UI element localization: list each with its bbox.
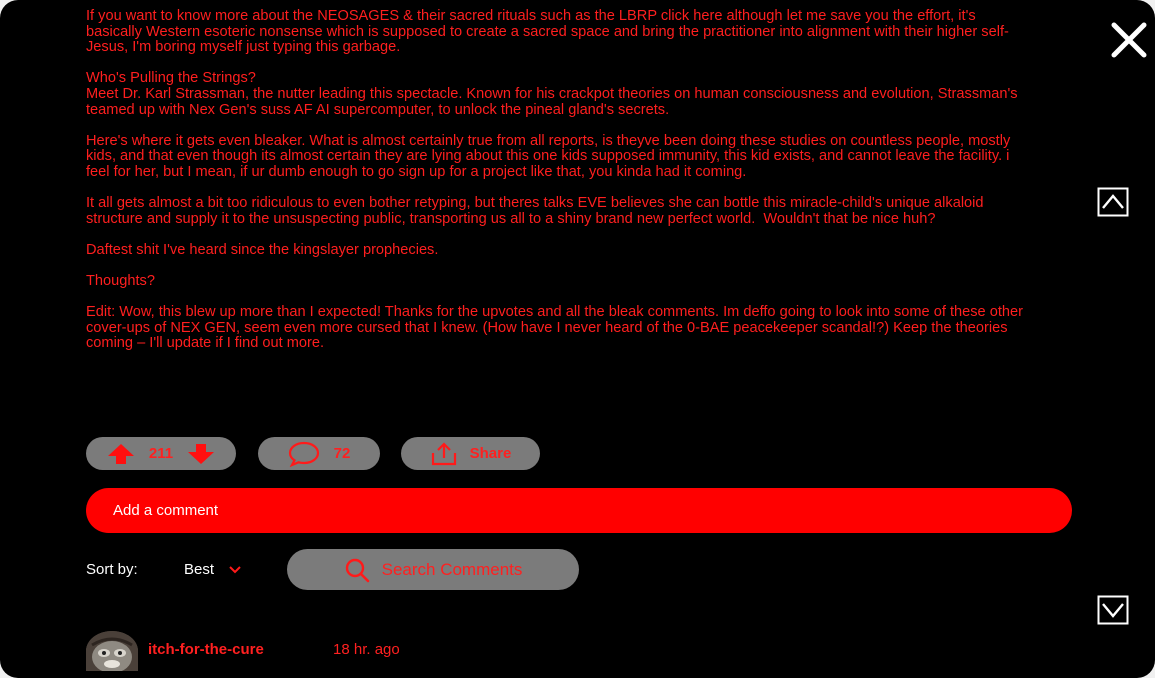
- downvote-arrow-icon: [188, 443, 215, 464]
- share-label: Share: [469, 445, 512, 462]
- post-paragraph: If you want to know more about the NEOSA…: [86, 8, 1013, 56]
- post-paragraph: It all gets almost a bit too ridiculous …: [86, 195, 988, 227]
- vote-count: 211: [148, 445, 174, 462]
- sort-dropdown[interactable]: Best: [184, 561, 242, 578]
- comment-timestamp: 18 hr. ago: [333, 641, 400, 658]
- comment-item: itch-for-the-cure 18 hr. ago: [86, 631, 586, 671]
- post-paragraph: Edit: Wow, this blew up more than I expe…: [86, 304, 1028, 352]
- close-icon: [1111, 22, 1147, 58]
- upvote-button[interactable]: [107, 443, 135, 465]
- add-comment-input[interactable]: Add a comment: [86, 488, 1072, 533]
- chevron-down-icon: [1097, 595, 1129, 625]
- search-comments-button[interactable]: Search Comments: [287, 549, 579, 590]
- chevron-down-icon: [229, 565, 241, 573]
- post-paragraph: Here's where it gets even bleaker. What …: [86, 132, 1015, 180]
- search-comments-label: Search Comments: [381, 559, 523, 579]
- post-paragraph: Who's Pulling the Strings? Meet Dr. Karl…: [86, 70, 1018, 118]
- sort-label: Sort by:: [86, 561, 138, 578]
- share-icon: [431, 441, 456, 465]
- post-body: If you want to know more about the NEOSA…: [86, 8, 1031, 368]
- comment-count: 72: [333, 445, 351, 462]
- add-comment-placeholder: Add a comment: [113, 502, 219, 519]
- avatar[interactable]: [86, 631, 138, 671]
- avatar-image: [86, 631, 138, 671]
- post-viewer-modal: If you want to know more about the NEOSA…: [0, 0, 1155, 678]
- search-icon: [345, 558, 369, 582]
- post-paragraph: Thoughts?: [86, 273, 155, 290]
- post-paragraph: Daftest shit I've heard since the kingsl…: [86, 241, 439, 258]
- comment-username[interactable]: itch-for-the-cure: [148, 641, 264, 658]
- scroll-down-button[interactable]: [1097, 595, 1129, 625]
- upvote-arrow-icon: [107, 443, 134, 464]
- vote-control: 211: [86, 437, 236, 470]
- speech-bubble-icon: [288, 441, 319, 467]
- share-button[interactable]: Share: [401, 437, 540, 470]
- sort-selected-value: Best: [184, 561, 215, 578]
- chevron-up-icon: [1097, 187, 1129, 217]
- comments-button[interactable]: 72: [258, 437, 380, 470]
- downvote-button[interactable]: [187, 443, 215, 465]
- scroll-up-button[interactable]: [1097, 187, 1129, 217]
- close-button[interactable]: [1108, 20, 1150, 60]
